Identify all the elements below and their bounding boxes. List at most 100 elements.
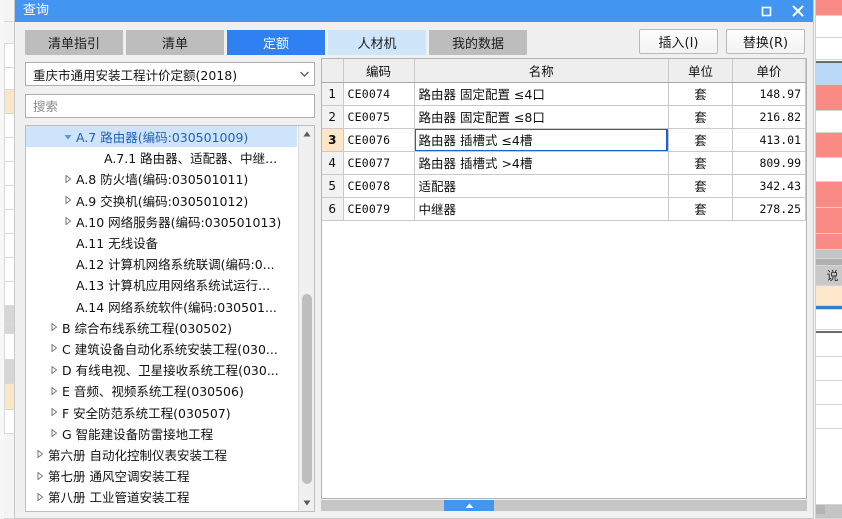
cell-name[interactable]: 路由器 固定配置 ≤4口 [414,82,669,106]
cell-code[interactable]: CE0074 [343,82,415,106]
tree-collapsed-icon[interactable] [60,196,76,205]
tree-item[interactable]: A.11 无线设备 [26,232,297,253]
tree-item-label: C 建筑设备自动化系统安装工程(030... [62,341,278,357]
grid-scroll-thumb[interactable] [444,500,494,511]
cell-idx[interactable]: 4 [322,151,344,175]
tree-item[interactable]: A.12 计算机网络系统联调(编码:0... [26,253,297,274]
tree-item[interactable]: A.13 计算机应用网络系统试运行... [26,274,297,295]
price-book-select[interactable]: 重庆市通用安装工程计价定额(2018) [25,62,315,86]
tree-item-label: A.7.1 路由器、适配器、中继... [104,151,278,167]
cell-name[interactable]: 中继器 [414,197,669,221]
tab-3[interactable]: 人材机 [328,30,426,55]
tree-scroll-thumb[interactable] [302,294,312,484]
tree-item-label: G 智能建设备防雷接地工程 [62,426,214,442]
tree-collapsed-icon[interactable] [60,217,76,226]
cell-code[interactable]: CE0076 [343,128,415,152]
tree-collapsed-icon[interactable] [32,471,48,480]
cell-unit[interactable]: 套 [668,128,733,152]
cell-name[interactable]: 路由器 插槽式 >4槽 [414,151,669,175]
table-row[interactable]: 1 CE0074 路由器 固定配置 ≤4口套 148.97 [322,82,806,106]
tree-collapsed-icon[interactable] [46,386,62,395]
tree-expanded-icon[interactable] [60,133,76,141]
cell-idx[interactable]: 5 [322,174,344,198]
tree-collapsed-icon[interactable] [46,429,62,438]
tree-item[interactable]: A.7 路由器(编码:030501009) [26,126,297,148]
search-input[interactable] [26,95,314,117]
column-header-name[interactable]: 名称 [414,59,669,83]
background-scroll-nub[interactable] [816,505,825,514]
cell-price[interactable]: 809.99 [732,151,806,175]
tree-item[interactable]: 第七册 通风空调安装工程 [26,465,297,486]
background-cell [816,333,842,357]
cell-price[interactable]: 148.97 [732,82,806,106]
tab-4[interactable]: 我的数据 [429,30,527,55]
tree-collapsed-icon[interactable] [46,344,62,353]
tree-collapsed-icon[interactable] [46,408,62,417]
cell-unit[interactable]: 套 [668,105,733,129]
cell-price[interactable]: 342.43 [732,174,806,198]
tree-item-label: F 安全防范系统工程(030507) [62,405,231,421]
tree-item[interactable]: 第八册 工业管道安装工程 [26,486,297,507]
tree-item[interactable]: A.10 网络服务器(编码:030501013) [26,211,297,232]
tree-item[interactable]: 第九册 消防安装工程 [26,507,297,511]
close-icon[interactable] [789,2,807,20]
cell-idx[interactable]: 3 [322,128,344,152]
table-row[interactable]: 4 CE0077 路由器 插槽式 >4槽套 809.99 [322,151,806,175]
cell-idx[interactable]: 1 [322,82,344,106]
tree-item[interactable]: F 安全防范系统工程(030507) [26,401,297,422]
insert-button[interactable]: 插入(I) [639,29,718,54]
maximize-icon[interactable] [757,2,775,20]
cell-code[interactable]: CE0079 [343,197,415,221]
tree-item[interactable]: A.14 网络系统软件(编码:030501... [26,296,297,317]
tree-collapsed-icon[interactable] [46,323,62,332]
tree-item[interactable]: A.8 防火墙(编码:030501011) [26,168,297,189]
column-header-price[interactable]: 单价 [732,59,806,83]
tree-item[interactable]: D 有线电视、卫星接收系统工程(030... [26,359,297,380]
cell-idx[interactable]: 6 [322,197,344,221]
grid-horizontal-scrollbar[interactable] [321,500,807,511]
tree-collapsed-icon[interactable] [32,492,48,501]
cell-unit[interactable]: 套 [668,82,733,106]
replace-button[interactable]: 替换(R) [726,29,805,54]
cell-idx[interactable]: 2 [322,105,344,129]
tree-item-label: A.9 交换机(编码:030501012) [76,193,249,209]
cell-price[interactable]: 216.82 [732,105,806,129]
cell-unit[interactable]: 套 [668,197,733,221]
tree-collapsed-icon[interactable] [46,365,62,374]
cell-code[interactable]: CE0078 [343,174,415,198]
cell-price[interactable]: 278.25 [732,197,806,221]
tab-1[interactable]: 清单 [126,30,224,55]
cell-name[interactable]: 路由器 固定配置 ≤8口 [414,105,669,129]
catalog-tree: A.7 路由器(编码:030501009) A.7.1 路由器、适配器、中继...… [25,125,315,512]
tree-item[interactable]: B 综合布线系统工程(030502) [26,317,297,338]
tab-2[interactable]: 定额 [227,30,325,55]
tab-0[interactable]: 清单指引 [25,30,123,55]
scroll-up-icon[interactable] [299,126,314,142]
column-header-code[interactable]: 编码 [343,59,415,83]
column-header-index[interactable] [322,59,344,83]
table-row[interactable]: 2 CE0075 路由器 固定配置 ≤8口套 216.82 [322,105,806,129]
column-header-unit[interactable]: 单位 [668,59,733,83]
tree-item[interactable]: C 建筑设备自动化系统安装工程(030... [26,338,297,359]
cell-unit[interactable]: 套 [668,174,733,198]
cell-code[interactable]: CE0075 [343,105,415,129]
table-row[interactable]: 3 CE0076 路由器 插槽式 ≤4槽套 413.01 [322,128,806,152]
table-row[interactable]: 5 CE0078 适配器套 342.43 [322,174,806,198]
tree-item[interactable]: E 音频、视频系统工程(030506) [26,380,297,401]
tree-item[interactable]: G 智能建设备防雷接地工程 [26,423,297,444]
table-row[interactable]: 6 CE0079 中继器套 278.25 [322,197,806,221]
scroll-down-icon[interactable] [299,495,314,511]
tree-vertical-scrollbar[interactable] [298,126,314,511]
tree-item[interactable]: 第六册 自动化控制仪表安装工程 [26,444,297,465]
chevron-down-icon [294,63,314,85]
cell-name[interactable]: 路由器 插槽式 ≤4槽 [414,128,669,152]
tree-item[interactable]: A.7.1 路由器、适配器、中继... [26,147,297,168]
cell-code[interactable]: CE0077 [343,151,415,175]
cell-price[interactable]: 413.01 [732,128,806,152]
tree-collapsed-icon[interactable] [60,174,76,183]
cell-name[interactable]: 适配器 [414,174,669,198]
tree-item[interactable]: A.9 交换机(编码:030501012) [26,190,297,211]
tree-collapsed-icon[interactable] [32,450,48,459]
search-box[interactable] [25,94,315,118]
cell-unit[interactable]: 套 [668,151,733,175]
